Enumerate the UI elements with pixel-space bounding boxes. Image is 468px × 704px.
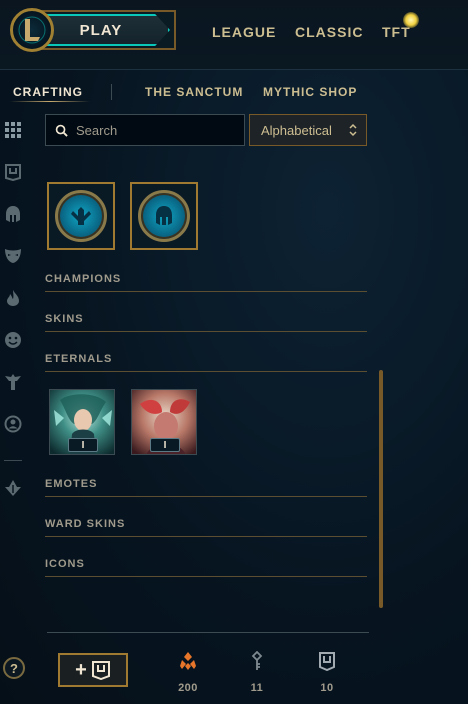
section-eternals[interactable]: ETERNALS [45,353,112,365]
tab-mythic-shop[interactable]: MYTHIC SHOP [263,85,357,99]
eternal-tier-badge: I [68,438,98,452]
section-divider [45,371,367,372]
top-bar: PLAY LEAGUE CLASSIC TFT [0,0,468,70]
help-label: ? [10,660,18,676]
search-icon [55,124,68,137]
skin-mask-icon[interactable] [3,245,23,265]
scrollbar-thumb[interactable] [379,370,383,608]
loot-card-chest-emblem[interactable] [47,182,115,250]
help-button[interactable]: ? [3,657,25,679]
chest-count: 10 [320,682,334,694]
orange-essence-count: 200 [178,682,198,694]
tab-divider [111,84,112,100]
currency-chests: 10 [307,650,347,694]
chevron-updown-icon [349,123,357,137]
eternal-item-2[interactable]: I [131,389,197,455]
key-icon [251,651,263,670]
section-divider [45,576,367,577]
sort-dropdown[interactable]: Alphabetical [249,114,367,146]
champion-helmet-icon[interactable] [3,204,23,224]
add-label: + [75,658,87,681]
eternal-item-1[interactable]: I [49,389,115,455]
profile-icon-filter-icon[interactable] [3,414,23,434]
section-divider [45,291,367,292]
search-input[interactable] [76,122,226,138]
tab-crafting[interactable]: CRAFTING [13,85,83,99]
winged-emblem-icon [55,190,107,242]
sort-dropdown-value: Alphabetical [261,122,332,138]
active-tab-indicator [10,101,90,102]
play-button-label: PLAY [79,21,123,39]
key-count: 11 [250,682,264,694]
search-box [45,114,245,146]
nav-classic[interactable]: CLASSIC [295,24,363,40]
nav-league[interactable]: LEAGUE [212,24,276,40]
currency-keys: 11 [237,650,277,694]
section-icons[interactable]: ICONS [45,558,85,570]
add-chest-button[interactable]: + [58,653,128,687]
grid-all-icon[interactable] [3,120,23,140]
section-champions[interactable]: CHAMPIONS [45,273,121,285]
currency-orange-essence: 200 [168,650,208,694]
other-loot-icon[interactable] [3,478,23,498]
section-skins[interactable]: SKINS [45,313,84,325]
tab-the-sanctum[interactable]: THE SANCTUM [145,85,243,99]
loot-card-helmet-emblem[interactable] [130,182,198,250]
chest-filter-icon[interactable] [3,162,23,182]
play-button[interactable]: PLAY [46,14,170,46]
section-divider [45,496,367,497]
orange-essence-icon [180,652,196,670]
rail-divider [4,460,22,461]
section-emotes[interactable]: EMOTES [45,478,97,490]
section-divider [45,331,367,332]
chest-icon [319,652,335,671]
league-logo-icon[interactable] [10,8,54,52]
emote-smiley-icon[interactable] [3,330,23,350]
eternal-tier-badge: I [150,438,180,452]
footer-divider [47,632,369,633]
ward-totem-icon[interactable] [3,372,23,392]
helmet-emblem-icon [138,190,190,242]
chest-icon [91,661,110,680]
section-divider [45,536,367,537]
notification-glow-icon [403,12,419,28]
eternals-flame-icon[interactable] [3,288,23,308]
section-ward-skins[interactable]: WARD SKINS [45,518,125,530]
